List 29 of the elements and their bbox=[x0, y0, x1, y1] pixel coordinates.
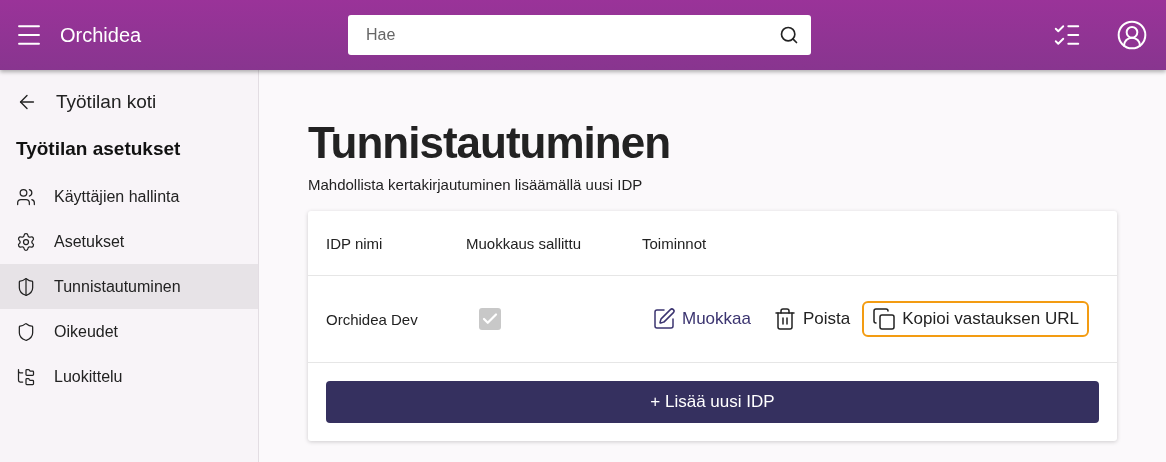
sidebar-item[interactable]: Asetukset bbox=[0, 219, 258, 264]
pencil-square-icon bbox=[652, 307, 676, 331]
sidebar-item[interactable]: Tunnistautuminen bbox=[0, 264, 258, 309]
user-avatar-icon[interactable] bbox=[1116, 19, 1148, 51]
sidebar-item[interactable]: Oikeudet bbox=[0, 309, 258, 354]
sidebar-heading: Työtilan asetukset bbox=[15, 138, 182, 160]
add-idp-button[interactable]: + Lisää uusi IDP bbox=[326, 381, 1099, 423]
delete-button[interactable]: Poista bbox=[763, 301, 861, 337]
column-header: Toiminnot bbox=[642, 234, 708, 252]
app-name: Orchidea bbox=[60, 23, 143, 47]
table-cell-text: Orchidea Dev bbox=[326, 310, 419, 328]
search-icon[interactable] bbox=[779, 25, 799, 45]
back-link[interactable]: Työtilan koti bbox=[0, 88, 258, 116]
half-shield-icon bbox=[16, 276, 36, 297]
edit-button[interactable]: Muokkaa bbox=[642, 301, 761, 337]
search-field[interactable]: Hae bbox=[348, 15, 811, 55]
page-title: Tunnistautuminen bbox=[308, 118, 672, 168]
column-header: IDP nimi bbox=[326, 234, 384, 252]
trash-icon bbox=[773, 307, 797, 331]
page-subtitle: Mahdollista kertakirjautuminen lisäämällä uusi IDP bbox=[308, 176, 644, 193]
column-header: Muokkaus sallittu bbox=[466, 234, 583, 252]
sidebar-item[interactable]: Luokittelu bbox=[0, 354, 258, 399]
gear-icon bbox=[16, 231, 36, 252]
folder-tree-icon bbox=[16, 366, 36, 387]
sidebar-item[interactable]: Käyttäjien hallinta bbox=[0, 174, 258, 219]
users-icon bbox=[16, 186, 36, 207]
copy-button[interactable]: Kopioi vastauksen URL bbox=[862, 301, 1089, 337]
shield-icon bbox=[16, 321, 36, 342]
copy-icon bbox=[872, 307, 897, 331]
